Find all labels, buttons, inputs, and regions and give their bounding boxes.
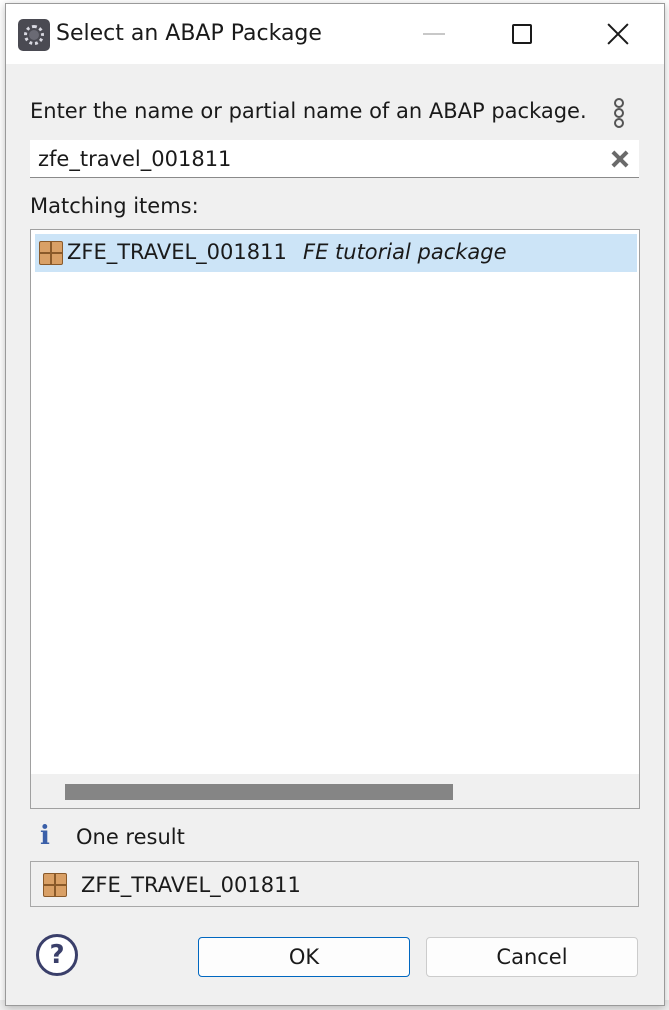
maximize-icon xyxy=(512,24,532,44)
view-menu-icon[interactable] xyxy=(611,96,627,130)
close-button[interactable] xyxy=(572,4,664,64)
results-list[interactable]: ZFE_TRAVEL_001811 FE tutorial package xyxy=(30,229,640,809)
package-icon xyxy=(43,873,67,897)
select-package-dialog: Select an ABAP Package Enter the name or… xyxy=(5,3,665,1006)
cancel-button[interactable]: Cancel xyxy=(426,937,638,977)
selected-item-name: ZFE_TRAVEL_001811 xyxy=(81,873,301,897)
result-name: ZFE_TRAVEL_001811 xyxy=(67,240,287,264)
matching-items-label: Matching items: xyxy=(30,194,199,218)
prompt-label: Enter the name or partial name of an ABA… xyxy=(30,99,587,123)
ok-button[interactable]: OK xyxy=(198,937,410,977)
selected-item-field: ZFE_TRAVEL_001811 xyxy=(30,861,639,907)
eclipse-app-icon xyxy=(18,19,50,51)
horizontal-scrollbar[interactable] xyxy=(31,774,639,808)
clear-icon[interactable] xyxy=(610,149,630,169)
search-input[interactable] xyxy=(38,144,598,174)
status-text: One result xyxy=(76,825,185,849)
help-icon[interactable]: ? xyxy=(36,934,78,976)
search-field xyxy=(30,140,639,178)
package-icon xyxy=(39,241,63,265)
list-item[interactable]: ZFE_TRAVEL_001811 FE tutorial package xyxy=(35,234,637,272)
info-icon: i xyxy=(40,821,50,851)
window-title: Select an ABAP Package xyxy=(56,21,322,46)
minimize-icon xyxy=(423,33,445,35)
minimize-button[interactable] xyxy=(388,4,480,64)
result-description: FE tutorial package xyxy=(303,240,507,264)
close-icon xyxy=(607,23,629,45)
maximize-button[interactable] xyxy=(476,4,568,64)
title-bar[interactable]: Select an ABAP Package xyxy=(6,4,664,64)
scrollbar-thumb[interactable] xyxy=(65,784,453,800)
